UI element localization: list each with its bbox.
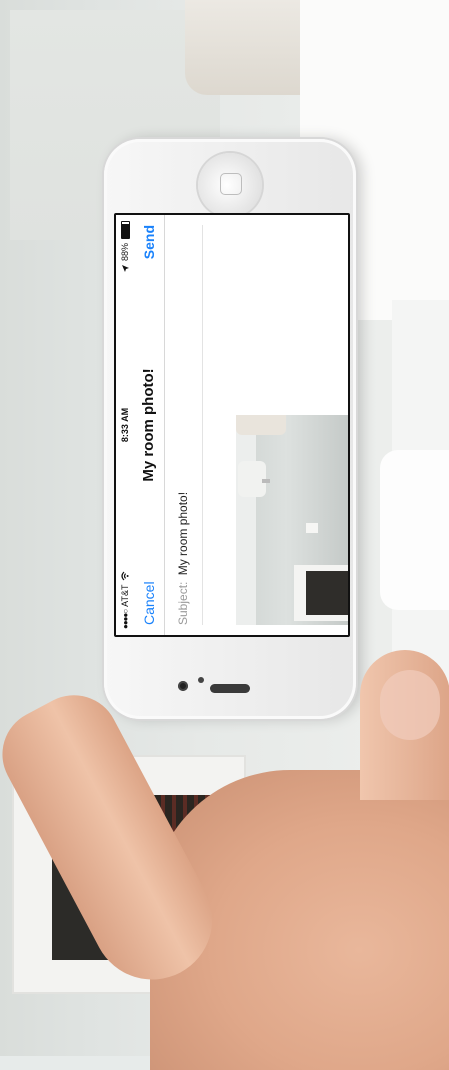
- hand: [0, 650, 449, 1070]
- home-square-icon: [220, 173, 242, 195]
- battery-icon: [120, 221, 130, 239]
- subject-label: Subject:: [176, 581, 190, 625]
- iphone: ●●●●○ AT&T 8:33 AM 88% Cancel My room ph…: [104, 139, 356, 719]
- compose-nav-bar: Cancel My room photo! Send: [134, 215, 165, 635]
- photo-wall-vent: [306, 523, 318, 533]
- send-button[interactable]: Send: [141, 225, 157, 259]
- status-bar: ●●●●○ AT&T 8:33 AM 88%: [116, 215, 134, 635]
- subject-field[interactable]: Subject: My room photo!: [176, 225, 203, 625]
- pillow: [380, 450, 449, 610]
- home-button[interactable]: [198, 153, 262, 217]
- photo-firebox: [306, 571, 348, 615]
- hand-fingernail: [380, 670, 440, 740]
- photo-fan-stem: [262, 479, 270, 483]
- status-right-group: 88%: [120, 221, 130, 273]
- location-arrow-icon: [121, 265, 129, 273]
- status-time: 8:33 AM: [120, 407, 130, 443]
- battery-percent: 88%: [120, 243, 130, 262]
- photo-chair: [236, 415, 286, 435]
- compose-title: My room photo!: [140, 368, 157, 482]
- attached-photo[interactable]: [236, 415, 348, 625]
- subject-value[interactable]: My room photo!: [176, 492, 190, 575]
- photo-ceiling: [236, 415, 256, 625]
- battery-level: [121, 223, 129, 238]
- phone-screen: ●●●●○ AT&T 8:33 AM 88% Cancel My room ph…: [114, 213, 350, 637]
